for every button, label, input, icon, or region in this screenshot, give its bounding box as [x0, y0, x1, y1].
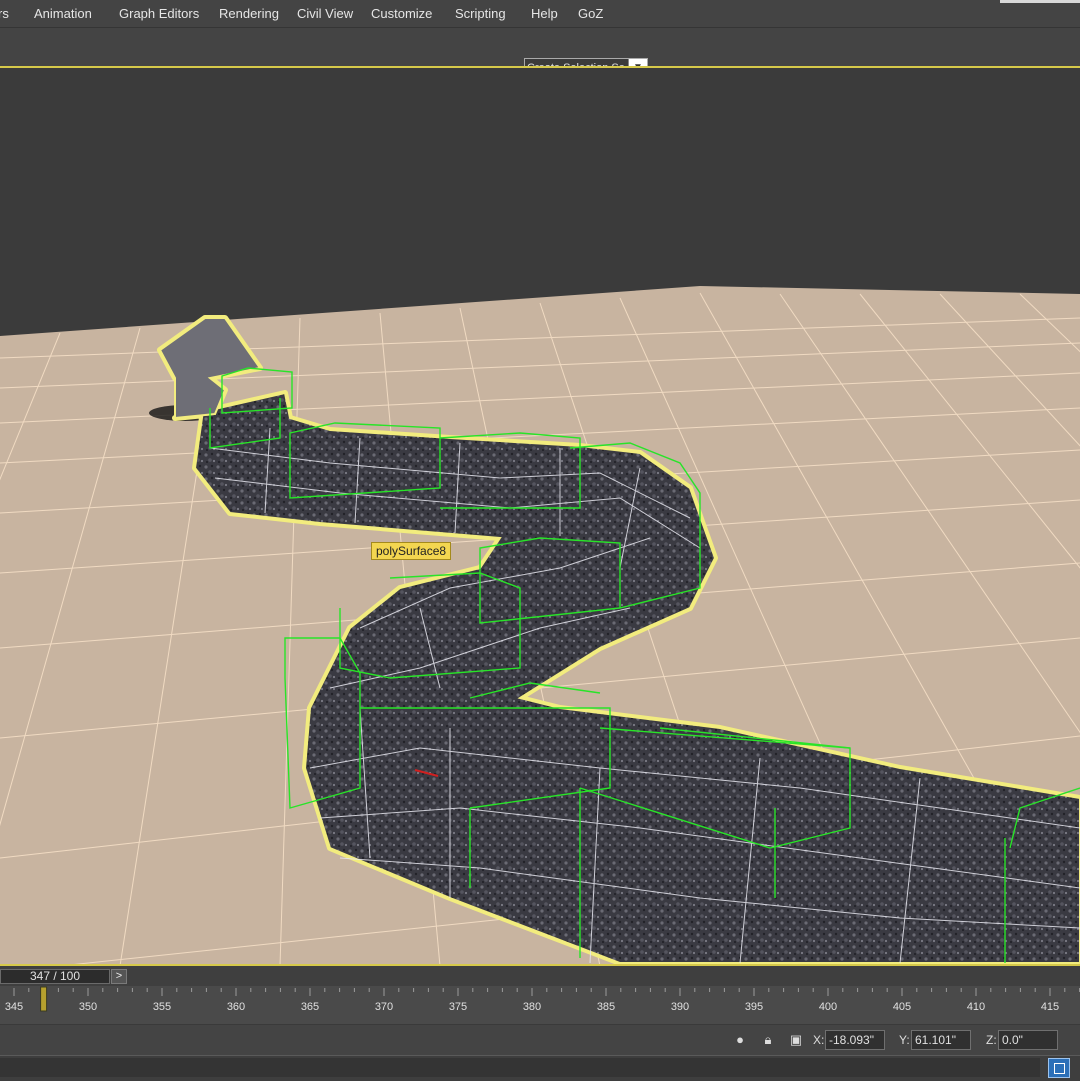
timeline-label: 375 — [449, 1001, 467, 1013]
menu-item-views[interactable]: rs — [0, 6, 9, 21]
time-slider[interactable]: 347 / 100 — [0, 969, 110, 984]
timeline-label: 370 — [375, 1001, 393, 1013]
y-coord-field[interactable]: 61.101" — [911, 1030, 971, 1050]
timeline-label: 395 — [745, 1001, 763, 1013]
light-bulb-icon[interactable]: ● — [731, 1031, 749, 1049]
viewport-scene[interactable] — [0, 68, 1080, 966]
window-edge — [1000, 0, 1080, 3]
current-frame-marker[interactable] — [40, 986, 48, 1012]
timeline-label: 355 — [153, 1001, 171, 1013]
transform-type-in-icon[interactable]: ▣ — [787, 1031, 805, 1049]
timeline-label: 415 — [1041, 1001, 1059, 1013]
menu-item-graph-editors[interactable]: Graph Editors — [119, 6, 199, 21]
menu-bar: rs Animation Graph Editors Rendering Civ… — [0, 0, 1080, 28]
maximize-viewport-icon[interactable] — [1048, 1058, 1070, 1078]
menu-item-scripting[interactable]: Scripting — [455, 6, 506, 21]
x-coord-label: X: — [813, 1033, 825, 1047]
timeline-label: 365 — [301, 1001, 319, 1013]
z-coord-label: Z: — [986, 1033, 997, 1047]
menu-item-rendering[interactable]: Rendering — [219, 6, 279, 21]
status-bar: ● 🔒︎ ▣ X: -18.093" Y: 61.101" Z: 0.0" — [0, 1025, 1080, 1055]
timeline-label: 405 — [893, 1001, 911, 1013]
timeline-label: 385 — [597, 1001, 615, 1013]
maxscript-listener-field[interactable] — [0, 1058, 1040, 1077]
timeline-label: 345 — [5, 1001, 23, 1013]
prompt-line — [0, 1055, 1080, 1081]
next-frame-button[interactable]: > — [111, 969, 127, 984]
timeline-label: 390 — [671, 1001, 689, 1013]
main-toolbar: ▼ — [0, 28, 1080, 78]
timeline-label: 410 — [967, 1001, 985, 1013]
timeline-ruler[interactable]: 345 350 355 360 365 370 375 380 385 390 395 400 405 4… — [0, 986, 1080, 1025]
y-coord-label: Y: — [899, 1033, 910, 1047]
menu-item-customize[interactable]: Customize — [371, 6, 432, 21]
z-coord-field[interactable]: 0.0" — [998, 1030, 1058, 1050]
menu-item-civil-view[interactable]: Civil View — [297, 6, 353, 21]
time-slider-bar: 347 / 100 > — [0, 964, 1080, 988]
timeline-ticks[interactable]: 345 350 355 360 365 370 375 380 385 390 395 400 405 4… — [0, 986, 1080, 1024]
timeline-label: 360 — [227, 1001, 245, 1013]
timeline-label: 380 — [523, 1001, 541, 1013]
x-coord-field[interactable]: -18.093" — [825, 1030, 885, 1050]
timeline-label: 400 — [819, 1001, 837, 1013]
perspective-viewport[interactable]: polySurface8 — [0, 66, 1080, 966]
menu-item-help[interactable]: Help — [531, 6, 558, 21]
menu-item-animation[interactable]: Animation — [34, 6, 92, 21]
menu-item-goz[interactable]: GoZ — [578, 6, 603, 21]
object-name-tooltip: polySurface8 — [371, 542, 452, 560]
timeline-label: 350 — [79, 1001, 97, 1013]
lock-icon[interactable]: 🔒︎ — [759, 1031, 777, 1049]
